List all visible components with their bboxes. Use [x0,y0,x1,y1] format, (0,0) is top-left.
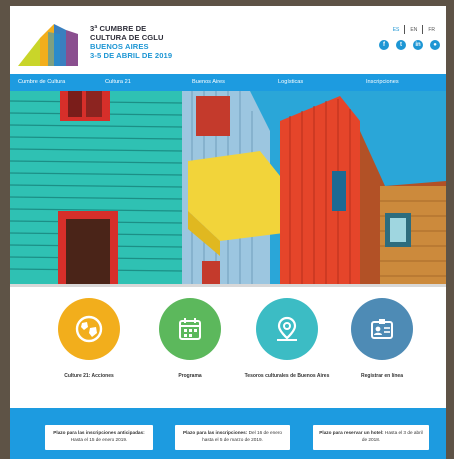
calendar-icon [179,318,201,340]
page: 3ª CUMBRE DE CULTURA DE CGLU BUENOS AIRE… [10,6,446,459]
action-tesoros[interactable]: Tesoros culturales de Buenos Aires [239,298,335,380]
section-divider [10,284,446,287]
twitter-icon[interactable]: t [396,40,406,50]
lang-es-link[interactable]: ES [388,27,405,33]
action-culture21[interactable]: Culture 21: Acciones [41,298,137,380]
linkedin-icon[interactable]: in [413,40,423,50]
header: 3ª CUMBRE DE CULTURA DE CGLU BUENOS AIRE… [10,6,446,74]
title-line-3: BUENOS AIRES [90,42,149,51]
deadline-title: Plazo para las inscripciones: [182,430,248,435]
main-nav: Cumbre de Cultura Cultura 21 Buenos Aire… [10,74,446,91]
nav-item-inscripciones[interactable]: Inscripciones [366,79,399,85]
action-label: Registrar en línea [361,373,403,379]
title-line-4: 3-5 DE ABRIL DE 2019 [90,51,173,60]
language-switcher: ES EN FR [388,25,440,34]
title-line-2: CULTURA DE CGLU [90,33,164,42]
action-label: Culture 21: Acciones [64,373,114,379]
action-circle[interactable] [58,298,120,360]
summit-logo[interactable] [18,20,78,66]
map-pin-icon [277,316,297,341]
deadlines-band: Plazo para las inscripciones anticipadas… [10,408,446,459]
deadline-card-hotel: Plazo para reservar un hotel: Hasta el 3… [313,425,429,450]
lang-fr-link[interactable]: FR [423,27,440,33]
deadline-card-regular: Plazo para las inscripciones: Del 16 de … [175,425,290,450]
nav-item-cultura21[interactable]: Cultura 21 [105,79,131,85]
hero-image [10,91,446,284]
summit-title: 3ª CUMBRE DE CULTURA DE CGLU BUENOS AIRE… [90,24,172,60]
globe-icon [75,315,103,343]
social-links: f t in ● [379,40,440,50]
nav-item-buenos-aires[interactable]: Buenos Aires [192,79,225,85]
quick-actions: Culture 21: Acciones Programa Tesoros cu… [10,298,446,388]
deadline-text: Hasta el 15 de enero 2019. [70,436,128,442]
facebook-icon[interactable]: f [379,40,389,50]
id-card-icon [371,319,393,339]
flickr-icon[interactable]: ● [430,40,440,50]
action-programa[interactable]: Programa [142,298,238,380]
deadline-title: Plazo para reservar un hotel: [319,430,384,435]
nav-item-cumbre[interactable]: Cumbre de Cultura [18,79,65,85]
action-circle[interactable] [351,298,413,360]
lang-en-link[interactable]: EN [405,27,422,33]
action-circle[interactable] [256,298,318,360]
action-circle[interactable] [159,298,221,360]
action-label: Programa [178,373,202,379]
deadline-title: Plazo para las inscripciones anticipadas… [53,430,145,435]
nav-item-logisticas[interactable]: Logísticas [278,79,303,85]
action-label: Tesoros culturales de Buenos Aires [244,373,330,379]
title-line-1: 3ª CUMBRE DE [90,24,147,33]
deadline-card-early: Plazo para las inscripciones anticipadas… [45,425,153,450]
action-registrar[interactable]: Registrar en línea [334,298,430,380]
